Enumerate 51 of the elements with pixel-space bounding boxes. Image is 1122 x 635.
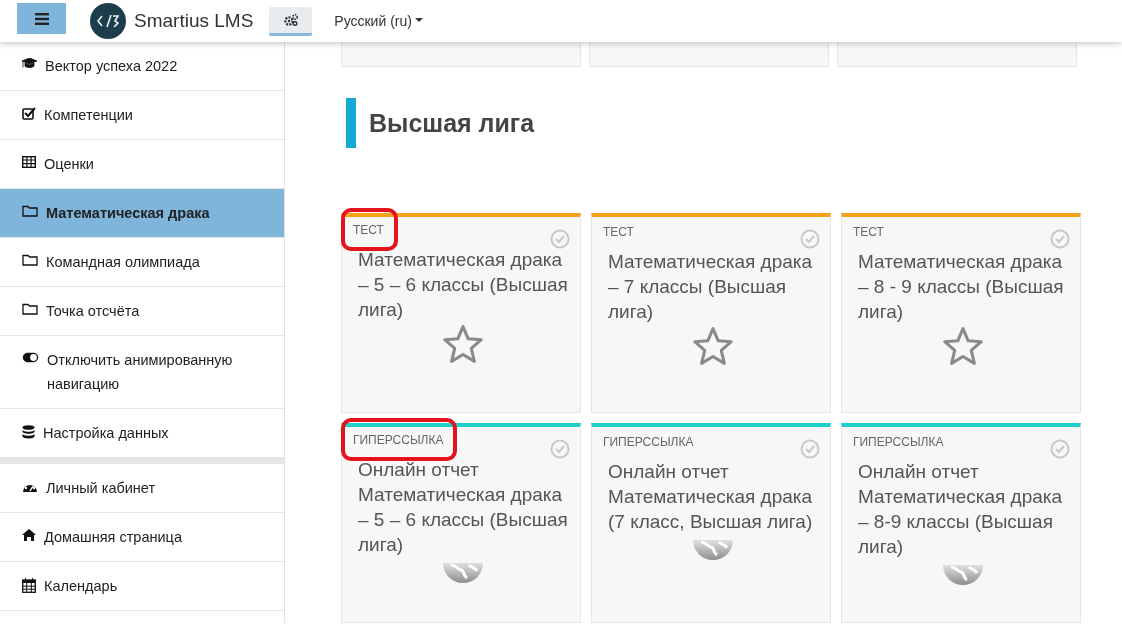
sidebar-item[interactable]: Домашняя страница — [0, 513, 284, 562]
activity-title[interactable]: Онлайн отчет Математическая драка – 8-9 классы (Высшая лига) — [858, 459, 1068, 559]
activity-title[interactable]: Математическая драка – 7 классы (Высшая лига) — [608, 249, 818, 324]
settings-button[interactable] — [269, 6, 313, 36]
activity-card[interactable]: ГИПЕРССЫЛКА Онлайн отчет Математическая драка (7 класс, Высшая лига) — [591, 423, 831, 623]
folder-icon — [22, 254, 38, 266]
section-marker — [346, 98, 356, 148]
activity-type: ТЕСТ — [602, 224, 635, 241]
calendar-icon — [22, 578, 36, 593]
sidebar-item[interactable]: Календарь — [0, 562, 284, 611]
globe-icon — [943, 565, 983, 587]
checkbox-icon — [22, 107, 36, 120]
sidebar-item[interactable]: Компетенции — [0, 91, 284, 140]
activity-card[interactable]: ГИПЕРССЫЛКА Онлайн отчет Математическая драка – 8-9 классы (Высшая лига) — [841, 423, 1081, 623]
globe-icon — [693, 540, 733, 562]
folder-icon — [22, 303, 38, 315]
menu-button[interactable] — [17, 2, 66, 34]
menu-icon — [34, 12, 49, 25]
activity-card[interactable]: ТЕСТ Математическая драка – 7 классы (Высшая лига) — [591, 213, 831, 413]
activity-type: ГИПЕРССЫЛКА — [602, 434, 695, 451]
section-title: Высшая лига — [369, 108, 535, 138]
highlighted-activity-type: ГИПЕРССЫЛКА — [341, 418, 458, 461]
database-icon — [22, 425, 35, 439]
toggle-icon — [22, 352, 39, 363]
sidebar-item[interactable]: Отключить анимированную навигацию — [0, 336, 284, 409]
activity-type: ГИПЕРССЫЛКА — [852, 434, 945, 451]
folder-icon — [22, 205, 38, 217]
completion-icon[interactable] — [800, 229, 820, 249]
sidebar-item[interactable]: Математическая драка — [0, 189, 284, 238]
brand-name[interactable]: Smartius LMS — [134, 6, 254, 36]
activity-title[interactable]: Математическая драка – 8 - 9 классы (Высшая лига) — [858, 249, 1068, 324]
gears-icon — [282, 13, 299, 28]
completion-icon[interactable] — [1050, 229, 1070, 249]
sidebar-item[interactable]: Вектор успеха 2022 — [0, 42, 284, 91]
language-menu[interactable]: Русский (ru) — [328, 9, 430, 33]
completion-icon[interactable] — [1050, 439, 1070, 459]
logo-icon — [90, 3, 126, 39]
completion-icon[interactable] — [550, 229, 570, 249]
sidebar-item[interactable]: Точка отсчёта — [0, 287, 284, 336]
completion-icon[interactable] — [800, 439, 820, 459]
table-icon — [22, 156, 36, 168]
sidebar-item[interactable]: Командная олимпиада — [0, 238, 284, 287]
globe-icon — [443, 563, 483, 585]
highlighted-activity-type: ТЕСТ — [341, 208, 398, 251]
completion-icon[interactable] — [550, 439, 570, 459]
activity-card[interactable]: ТЕСТ Математическая драка – 8 - 9 классы (Высшая лига) — [841, 213, 1081, 413]
activity-type: ТЕСТ — [852, 224, 885, 241]
home-icon — [22, 529, 36, 541]
graduation-cap-icon — [22, 58, 37, 70]
activity-title[interactable]: Онлайн отчет Математическая драка (7 класс, Высшая лига) — [608, 459, 818, 534]
sidebar-item[interactable]: Личный кабинет — [0, 464, 284, 513]
